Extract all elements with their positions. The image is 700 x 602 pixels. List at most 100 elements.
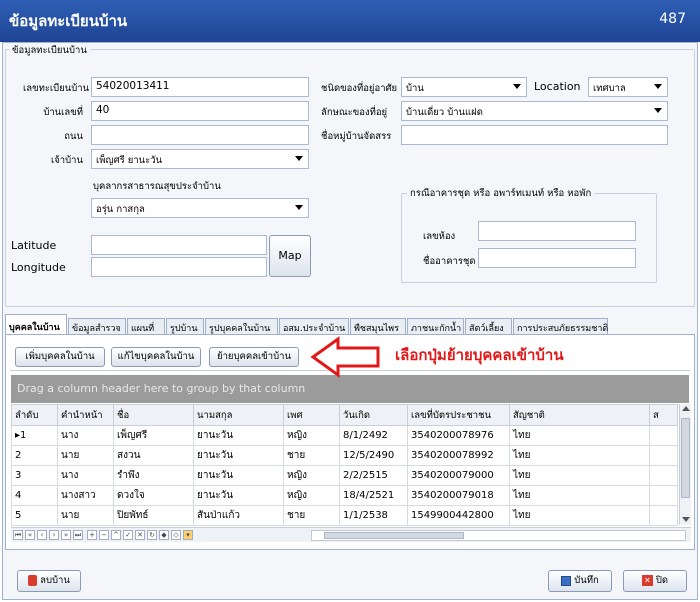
cell: นาย xyxy=(57,505,114,526)
tab-pets[interactable]: สัตว์เลี้ยง xyxy=(465,318,512,335)
map-button[interactable]: Map xyxy=(269,235,311,277)
table-row[interactable]: 3 นาง รำพึง ยานะวัน หญิง 2/2/2515 354020… xyxy=(11,465,678,486)
add-record-icon[interactable]: + xyxy=(87,530,97,540)
residence-type-value: บ้าน xyxy=(406,83,424,94)
location-select[interactable]: เทศบาล xyxy=(588,77,668,97)
cell: 1/1/2538 xyxy=(339,505,408,526)
prev-page-icon[interactable]: « xyxy=(25,530,35,540)
house-reg-input[interactable]: 54020013411 xyxy=(91,77,309,97)
cell: ยานะวัน xyxy=(193,485,284,506)
refresh-icon[interactable]: ↻ xyxy=(147,530,157,540)
cell: ยานะวัน xyxy=(193,425,284,446)
scroll-thumb[interactable] xyxy=(681,418,690,498)
filter-icon[interactable]: ▾ xyxy=(183,530,193,540)
house-info-group-title: ข้อมูลทะเบียนบ้าน xyxy=(9,43,90,58)
tab-herbs[interactable]: พืชสมุนไพร xyxy=(350,318,406,335)
table-row[interactable]: 2 นาย สงวน ยานะวัน ชาย 12/5/2490 3540200… xyxy=(11,445,678,466)
residence-style-label: ลักษณะของที่อยู่ xyxy=(321,107,388,118)
health-staff-select[interactable]: อรุ่น กาสกุล xyxy=(91,198,309,218)
cell: รำพึง xyxy=(113,465,194,486)
health-staff-label: บุคลากรสาธารณสุขประจำบ้าน xyxy=(93,181,221,192)
tab-map[interactable]: แผนที่ xyxy=(127,318,165,335)
col-seq[interactable]: ลำดับ xyxy=(11,404,58,426)
cell xyxy=(649,465,678,486)
residence-style-select[interactable]: บ้านเดี่ยว บ้านแฝด xyxy=(401,101,668,121)
village-project-input[interactable] xyxy=(401,125,668,145)
longitude-input[interactable] xyxy=(91,257,267,277)
post-edit-icon[interactable]: ✓ xyxy=(123,530,133,540)
col-prefix[interactable]: คำนำหน้า xyxy=(57,404,114,426)
goto-bookmark-icon[interactable]: ◇ xyxy=(171,530,181,540)
tab-water-containers[interactable]: ภาชนะกักน้ำ xyxy=(407,318,464,335)
bookmark-icon[interactable]: ◆ xyxy=(159,530,169,540)
cell: 2 xyxy=(11,445,58,466)
save-icon xyxy=(561,575,572,586)
table-row[interactable]: 4 นางสาว ดวงใจ ยานะวัน หญิง 18/4/2521 35… xyxy=(11,485,678,506)
h-scroll-thumb[interactable] xyxy=(324,532,464,539)
save-button[interactable]: บันทึก xyxy=(548,570,612,592)
cell: ไทย xyxy=(509,425,650,446)
residence-style-value: บ้านเดี่ยว บ้านแฝด xyxy=(406,107,483,118)
col-last-name[interactable]: นามสกุล xyxy=(193,404,284,426)
col-nationality[interactable]: สัญชาติ xyxy=(509,404,650,426)
move-person-button[interactable]: ย้ายบุคคลเข้าบ้าน xyxy=(209,347,299,367)
col-extra[interactable]: ส xyxy=(649,404,678,426)
col-first-name[interactable]: ชื่อ xyxy=(113,404,194,426)
vertical-scrollbar[interactable] xyxy=(679,404,691,525)
table-row[interactable]: ▸1 นาง เพ็ญศรี ยานะวัน หญิง 8/1/2492 354… xyxy=(11,425,678,446)
location-value: เทศบาล xyxy=(593,83,626,94)
scroll-up-icon[interactable] xyxy=(682,406,690,411)
cell: หญิง xyxy=(283,465,340,486)
cell: ไทย xyxy=(509,445,650,466)
next-page-icon[interactable]: » xyxy=(61,530,71,540)
tab-house-photo[interactable]: รูปบ้าน xyxy=(166,318,204,335)
health-staff-select-value: อรุ่น กาสกุล xyxy=(96,204,145,215)
cell: 8/1/2492 xyxy=(339,425,408,446)
tab-strip: บุคคลในบ้าน ข้อมูลสำรวจ แผนที่ รูปบ้าน ร… xyxy=(5,314,665,336)
first-record-icon[interactable]: ⏮ xyxy=(13,530,23,540)
cell xyxy=(649,425,678,446)
table-row[interactable]: 5 นาย ปิยพัทธ์ สันป่าแก้ว ชาย 1/1/2538 1… xyxy=(11,505,678,526)
building-input[interactable] xyxy=(478,248,636,268)
cell: ปิยพัทธ์ xyxy=(113,505,194,526)
cell: นางสาว xyxy=(57,485,114,506)
annotation-text: เลือกปุ่มย้ายบุคคลเข้าบ้าน xyxy=(395,346,564,364)
residence-type-select[interactable]: บ้าน xyxy=(401,77,527,97)
cell: 12/5/2490 xyxy=(339,445,408,466)
close-label: ปิด xyxy=(655,575,669,586)
cancel-edit-icon[interactable]: ✕ xyxy=(135,530,145,540)
cell: ▸1 xyxy=(11,425,58,446)
cell: 2/2/2515 xyxy=(339,465,408,486)
cell: หญิง xyxy=(283,425,340,446)
prev-record-icon[interactable]: ‹ xyxy=(37,530,47,540)
close-button[interactable]: ✕ ปิด xyxy=(623,570,687,592)
horizontal-scrollbar[interactable] xyxy=(311,530,686,541)
longitude-label: Longitude xyxy=(11,261,66,274)
tab-person-photo[interactable]: รูปบุคคลในบ้าน xyxy=(205,318,278,335)
col-birthdate[interactable]: วันเกิด xyxy=(339,404,408,426)
tab-volunteer[interactable]: อสม.ประจำบ้าน xyxy=(279,318,349,335)
next-record-icon[interactable]: › xyxy=(49,530,59,540)
col-sex[interactable]: เพศ xyxy=(283,404,340,426)
delete-house-button[interactable]: ลบบ้าน xyxy=(17,570,81,592)
edit-person-button[interactable]: แก้ไขบุคคลในบ้าน xyxy=(111,347,201,367)
tab-survey[interactable]: ข้อมูลสำรวจ xyxy=(68,318,126,335)
tab-persons[interactable]: บุคคลในบ้าน xyxy=(5,314,67,336)
close-icon: ✕ xyxy=(641,575,653,586)
latitude-input[interactable] xyxy=(91,235,267,255)
house-no-input[interactable]: 40 xyxy=(91,101,309,121)
table-header: ลำดับ คำนำหน้า ชื่อ นามสกุล เพศ วันเกิด … xyxy=(11,404,678,426)
room-input[interactable] xyxy=(478,221,636,241)
last-record-icon[interactable]: ⏭ xyxy=(73,530,83,540)
tab-disasters[interactable]: การประสบภัยธรรมชาติ xyxy=(513,318,608,335)
edit-record-icon[interactable]: ^ xyxy=(111,530,121,540)
group-by-area[interactable]: Drag a column header here to group by th… xyxy=(11,375,689,403)
cell: 5 xyxy=(11,505,58,526)
cell: ไทย xyxy=(509,485,650,506)
add-person-button[interactable]: เพิ่มบุคคลในบ้าน xyxy=(15,347,105,367)
scroll-down-icon[interactable] xyxy=(682,517,690,522)
road-input[interactable] xyxy=(91,125,309,145)
owner-select[interactable]: เพ็ญศรี ยานะวัน xyxy=(91,149,309,169)
delete-record-icon[interactable]: − xyxy=(99,530,109,540)
col-id-card[interactable]: เลขที่บัตรประชาชน xyxy=(407,404,510,426)
